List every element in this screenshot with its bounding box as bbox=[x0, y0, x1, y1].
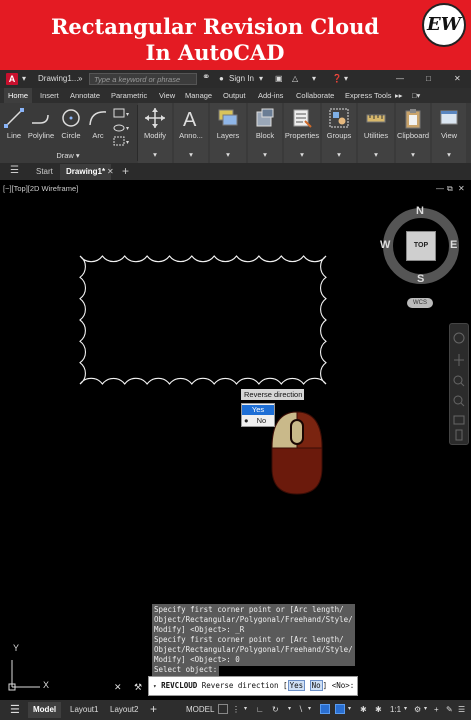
compass-east[interactable]: E bbox=[450, 239, 457, 251]
compass-south[interactable]: S bbox=[417, 273, 424, 285]
revision-cloud-outline bbox=[79, 255, 327, 385]
command-arrow-icon: ▾ bbox=[153, 683, 157, 690]
viewcube-top-face[interactable]: TOP bbox=[406, 231, 436, 261]
command-line-input[interactable]: ▾ REVCLOUD Reverse direction [Yes No] <N… bbox=[148, 676, 358, 696]
isolate-objects-icon[interactable]: ✎ bbox=[446, 705, 453, 714]
context-menu-title: Reverse direction bbox=[241, 389, 304, 400]
grid-icon[interactable] bbox=[218, 704, 228, 714]
option-yes[interactable]: Yes bbox=[242, 405, 274, 415]
osnap-dropdown-icon[interactable]: ▾ bbox=[308, 705, 311, 712]
close-command-line-icon[interactable]: ✕ bbox=[114, 682, 122, 693]
command-option-no[interactable]: No bbox=[309, 680, 323, 691]
scale-dropdown-icon[interactable]: ▾ bbox=[404, 705, 407, 712]
add-scale-icon[interactable]: + bbox=[434, 705, 439, 714]
context-menu: Yes ● No bbox=[241, 403, 275, 427]
mouse-right-click-icon bbox=[271, 411, 323, 495]
ucs-icon bbox=[8, 660, 40, 691]
infer-constraints-icon[interactable]: ∟ bbox=[256, 705, 264, 714]
navigation-bar bbox=[449, 323, 469, 445]
tab-layout1[interactable]: Layout1 bbox=[70, 705, 98, 714]
tab-layout2[interactable]: Layout2 bbox=[110, 705, 138, 714]
object-snap-tracking-icon[interactable] bbox=[320, 704, 330, 714]
command-history-2: Specify first corner point or [Arc lengt… bbox=[152, 634, 355, 666]
ucs-x-label: X bbox=[43, 680, 50, 690]
customize-wrench-icon[interactable]: ⚒ bbox=[134, 682, 142, 693]
layout-menu-icon[interactable]: ☰ bbox=[10, 703, 20, 716]
annotation-scale-value[interactable]: 1:1 bbox=[390, 705, 401, 714]
workspace-gear-icon[interactable]: ⚙ bbox=[414, 705, 421, 714]
wcs-menu-button[interactable]: WCS bbox=[407, 298, 433, 308]
compass-west[interactable]: W bbox=[380, 239, 390, 251]
workspace-dropdown-icon[interactable]: ▾ bbox=[424, 705, 427, 712]
snap-dropdown-icon[interactable]: ▾ bbox=[244, 705, 247, 712]
polar-dropdown-icon[interactable]: ▾ bbox=[288, 705, 291, 712]
option-no-label: No bbox=[256, 416, 267, 425]
viewcube[interactable]: TOP N S E W bbox=[380, 205, 462, 287]
status-bar: ☰ Model Layout1 Layout2 + MODEL ⋮ ▾ ∟ ↻ … bbox=[0, 700, 471, 720]
command-suffix: ] <No>: bbox=[322, 681, 355, 690]
object-snap-dropdown-icon[interactable]: ▾ bbox=[348, 705, 351, 712]
command-name: REVCLOUD bbox=[161, 681, 198, 690]
object-snap-icon[interactable] bbox=[335, 704, 345, 714]
snap-icon[interactable]: ⋮ bbox=[232, 705, 240, 714]
annotation-visibility-icon[interactable]: ✱ bbox=[360, 705, 367, 714]
selected-bullet-icon: ● bbox=[244, 416, 249, 425]
navigation-bar-icons bbox=[453, 332, 465, 441]
isodraft-icon[interactable]: ∖ bbox=[298, 705, 303, 714]
customize-status-bar-icon[interactable]: ☰ bbox=[458, 705, 465, 714]
command-history-1: Specify first corner point or [Arc lengt… bbox=[152, 604, 355, 636]
dynamic-input-icon[interactable]: ↻ bbox=[272, 705, 279, 714]
command-option-yes[interactable]: Yes bbox=[287, 680, 306, 691]
ucs-y-label: Y bbox=[13, 643, 20, 653]
command-prompt: Reverse direction [ bbox=[201, 681, 288, 690]
compass-north[interactable]: N bbox=[416, 205, 424, 217]
option-no[interactable]: ● No bbox=[242, 416, 274, 426]
model-space-toggle[interactable]: MODEL bbox=[186, 705, 214, 714]
revision-cloud bbox=[79, 255, 327, 385]
tab-model[interactable]: Model bbox=[28, 702, 62, 718]
annotation-scale-icon[interactable]: ✱ bbox=[375, 705, 382, 714]
command-history-3: Select object: bbox=[152, 664, 220, 676]
add-layout-icon[interactable]: + bbox=[150, 702, 157, 716]
